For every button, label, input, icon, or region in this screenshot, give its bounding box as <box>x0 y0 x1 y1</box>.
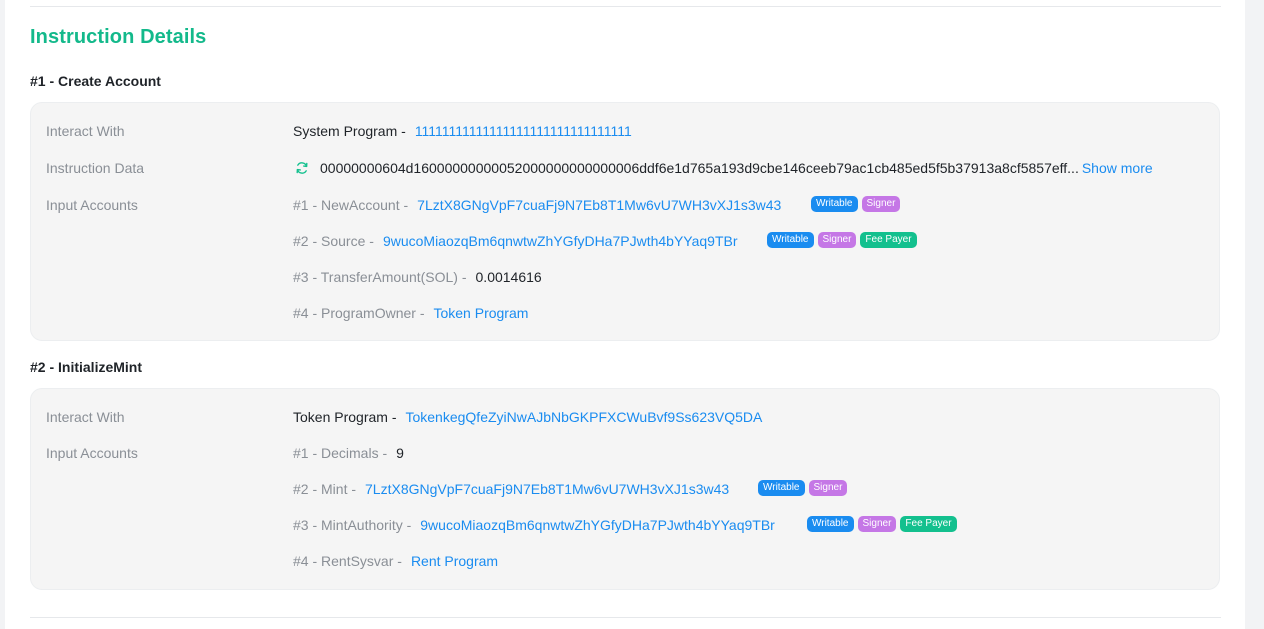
show-more-link[interactable]: Show more <box>1082 158 1153 178</box>
interact-with-label: Interact With <box>46 123 125 139</box>
interact-with-row: Interact With System Program - 111111111… <box>31 121 1219 141</box>
program-name: Token Program - <box>293 409 397 425</box>
account-prefix: #3 - TransferAmount(SOL) - <box>293 269 467 285</box>
instruction-card: Interact With Token Program - TokenkegQf… <box>30 388 1220 590</box>
fee-payer-badge: Fee Payer <box>860 232 917 248</box>
top-divider <box>30 6 1221 7</box>
account-program-link[interactable]: Token Program <box>433 303 528 323</box>
input-account-row: #2 - Mint - 7LztX8GNgVpF7cuaFj9N7Eb8T1Mw… <box>31 479 1219 499</box>
interact-with-label: Interact With <box>46 409 125 425</box>
signer-badge: Signer <box>817 232 857 248</box>
input-account-row: Input Accounts #1 - Decimals - 9 <box>31 443 1219 463</box>
account-value: 0.0014616 <box>475 269 542 285</box>
input-account-row: #3 - TransferAmount(SOL) - 0.0014616 <box>31 267 1219 287</box>
refresh-icon[interactable] <box>293 159 311 177</box>
account-prefix: #4 - RentSysvar - <box>293 553 402 569</box>
writable-badge: Writable <box>758 480 805 496</box>
instruction-heading: #1 - Create Account <box>30 73 161 89</box>
interact-with-row: Interact With Token Program - TokenkegQf… <box>31 407 1219 427</box>
writable-badge: Writable <box>807 516 854 532</box>
fee-payer-badge: Fee Payer <box>900 516 957 532</box>
account-prefix: #3 - MintAuthority - <box>293 517 412 533</box>
program-name: System Program - <box>293 123 406 139</box>
account-value: 9 <box>396 445 404 461</box>
input-account-row: #4 - RentSysvar - Rent Program <box>31 551 1219 571</box>
program-address-link[interactable]: 11111111111111111111111111111111 <box>415 121 632 141</box>
input-account-row: Input Accounts #1 - NewAccount - 7LztX8G… <box>31 195 1219 215</box>
instruction-card: Interact With System Program - 111111111… <box>30 102 1220 341</box>
account-prefix: #1 - NewAccount - <box>293 197 409 213</box>
account-address-link[interactable]: 7LztX8GNgVpF7cuaFj9N7Eb8T1Mw6vU7WH3vXJ1s… <box>417 195 781 215</box>
input-accounts-label: Input Accounts <box>46 197 138 213</box>
writable-badge: Writable <box>767 232 814 248</box>
signer-badge: Signer <box>861 196 901 212</box>
writable-badge: Writable <box>811 196 858 212</box>
section-title: Instruction Details <box>30 26 207 48</box>
instruction-data-label: Instruction Data <box>46 160 145 176</box>
account-program-link[interactable]: Rent Program <box>411 551 498 571</box>
account-prefix: #1 - Decimals - <box>293 445 388 461</box>
account-address-link[interactable]: 7LztX8GNgVpF7cuaFj9N7Eb8T1Mw6vU7WH3vXJ1s… <box>365 479 729 499</box>
input-account-row: #2 - Source - 9wucoMiaozqBm6qnwtwZhYGfyD… <box>31 231 1219 251</box>
instruction-data-row: Instruction Data 00000000604d16000000000… <box>31 158 1219 178</box>
page: Instruction Details #1 - Create Account … <box>5 0 1245 629</box>
account-address-link[interactable]: 9wucoMiaozqBm6qnwtwZhYGfyDHa7PJwth4bYYaq… <box>420 515 775 535</box>
signer-badge: Signer <box>808 480 848 496</box>
instruction-data-value: 00000000604d1600000000005200000000000000… <box>320 160 1079 176</box>
input-accounts-label: Input Accounts <box>46 445 138 461</box>
program-address-link[interactable]: TokenkegQfeZyiNwAJbNbGKPFXCWuBvf9Ss623VQ… <box>405 407 762 427</box>
account-prefix: #2 - Mint - <box>293 481 357 497</box>
signer-badge: Signer <box>857 516 897 532</box>
instruction-heading: #2 - InitializeMint <box>30 359 143 375</box>
account-prefix: #4 - ProgramOwner - <box>293 305 425 321</box>
input-account-row: #4 - ProgramOwner - Token Program <box>31 303 1219 323</box>
account-prefix: #2 - Source - <box>293 233 374 249</box>
bottom-divider <box>30 617 1221 618</box>
input-account-row: #3 - MintAuthority - 9wucoMiaozqBm6qnwtw… <box>31 515 1219 535</box>
account-address-link[interactable]: 9wucoMiaozqBm6qnwtwZhYGfyDHa7PJwth4bYYaq… <box>383 231 738 251</box>
